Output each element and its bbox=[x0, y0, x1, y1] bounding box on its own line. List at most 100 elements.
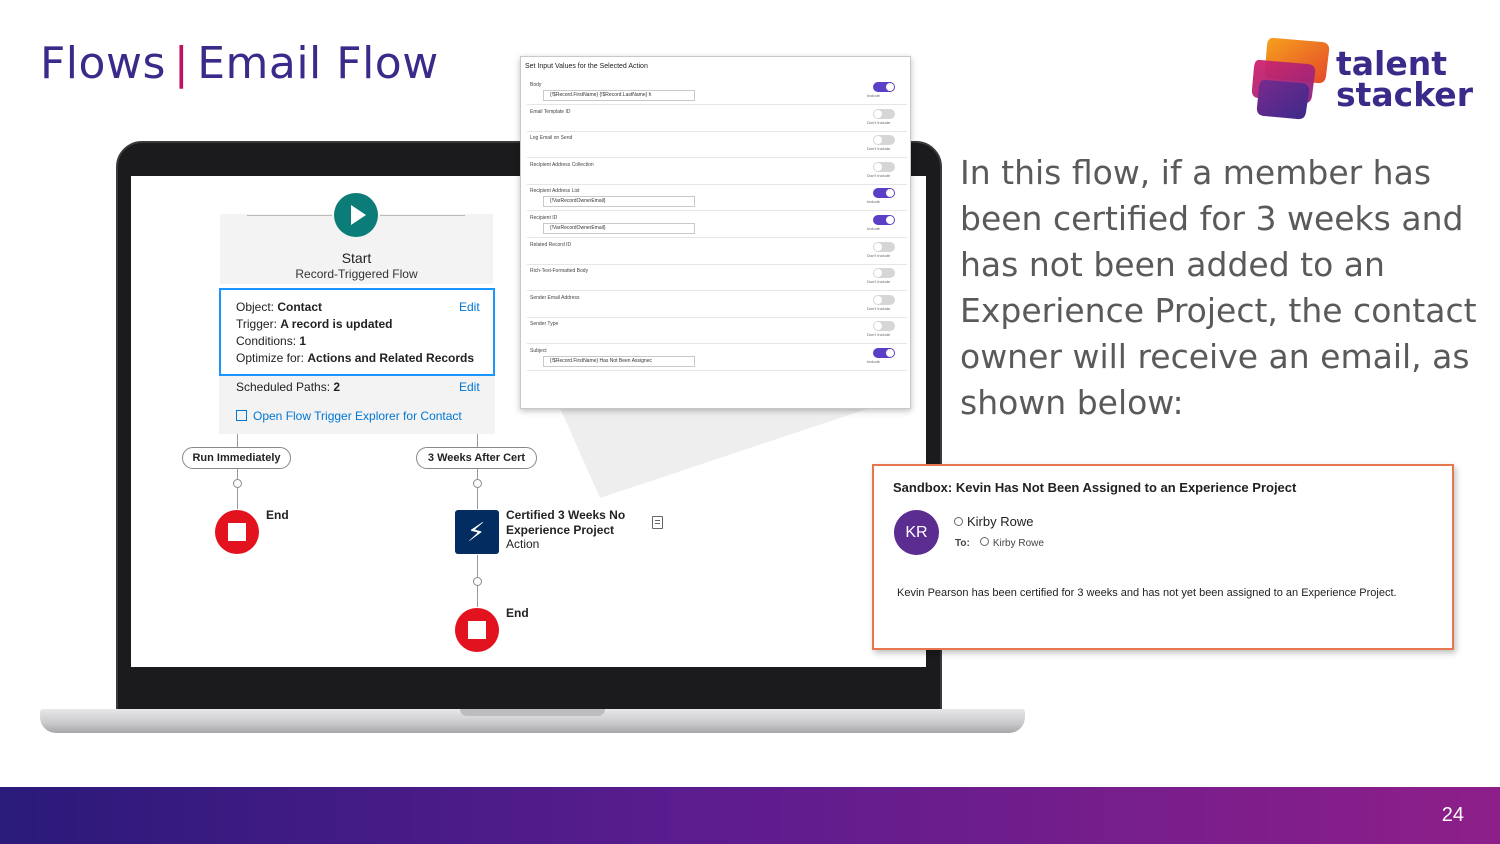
recipient-line: To: Kirby Rowe bbox=[955, 537, 1044, 549]
param-label: Email Template ID bbox=[530, 108, 571, 115]
start-title: Start bbox=[341, 250, 372, 266]
add-element-node[interactable] bbox=[473, 577, 482, 586]
connector-line bbox=[380, 215, 465, 216]
presence-icon bbox=[954, 517, 963, 526]
footer-bar: 24 bbox=[0, 787, 1500, 844]
recipient-name[interactable]: Kirby Rowe bbox=[993, 538, 1044, 549]
param-row: Sender Type Don't Include bbox=[527, 317, 907, 345]
toggle-label: Don't Include bbox=[867, 332, 891, 338]
param-label: Recipient Address Collection bbox=[530, 161, 594, 168]
include-toggle[interactable] bbox=[873, 135, 895, 146]
presence-icon bbox=[979, 537, 989, 546]
sender-label: Kirby Rowe bbox=[967, 514, 1034, 529]
toggle-label: Don't Include bbox=[867, 305, 891, 311]
param-value-field[interactable]: {!VarRecordOwnerEmail} bbox=[543, 196, 695, 208]
param-label: Log Email on Send bbox=[530, 135, 573, 142]
scheduled-value: 2 bbox=[333, 380, 341, 394]
param-label: Rich-Text-Formatted Body bbox=[530, 268, 589, 275]
object-value: Contact bbox=[277, 300, 323, 314]
toggle-label: Include bbox=[867, 93, 880, 98]
conditions-label: Conditions: bbox=[236, 334, 297, 348]
description-text: In this flow, if a member has been certi… bbox=[960, 153, 1477, 422]
title-email-flow: Email Flow bbox=[197, 38, 439, 89]
logo-text: talent stacker bbox=[1336, 47, 1473, 111]
param-row: Sender Email Address Don't Include bbox=[527, 291, 907, 318]
toggle-label: Don't Include bbox=[867, 252, 891, 258]
param-row: Rich-Text-Formatted Body Don't Include bbox=[527, 264, 907, 292]
param-row: Subject {!$Record.FirstName} Has Not Been… bbox=[527, 344, 907, 371]
description-note-icon[interactable] bbox=[652, 516, 663, 529]
connector-line bbox=[237, 434, 238, 448]
connector-line bbox=[477, 434, 478, 448]
object-row: Object: Contact bbox=[236, 300, 322, 314]
param-row: Email Template ID Don't Include bbox=[527, 105, 907, 132]
title-separator: | bbox=[173, 38, 190, 89]
to-label: To: bbox=[955, 538, 970, 549]
email-subject: Sandbox: Kevin Has Not Been Assigned to … bbox=[893, 480, 1297, 495]
include-toggle[interactable] bbox=[873, 348, 895, 358]
external-link-icon bbox=[236, 410, 247, 421]
conditions-row: Conditions: 1 bbox=[236, 334, 306, 348]
edit-trigger-link[interactable]: Edit bbox=[459, 300, 480, 314]
path-run-immediately[interactable]: Run Immediately bbox=[182, 447, 291, 469]
add-element-node[interactable] bbox=[473, 479, 482, 488]
param-row: Related Record ID Don't Include bbox=[527, 238, 907, 265]
toggle-label: Include bbox=[867, 226, 880, 231]
connector-line bbox=[237, 469, 238, 509]
logo-mark-icon bbox=[1252, 37, 1330, 120]
action-type: Action bbox=[506, 537, 540, 551]
lightning-bolt-icon: ⚡ bbox=[467, 517, 486, 547]
title-flows: Flows bbox=[40, 38, 166, 89]
include-toggle[interactable] bbox=[873, 161, 895, 172]
toggle-label: Don't Include bbox=[867, 119, 891, 125]
stop-icon bbox=[228, 523, 246, 541]
include-toggle[interactable] bbox=[873, 188, 895, 199]
include-toggle[interactable] bbox=[873, 268, 895, 279]
include-toggle[interactable] bbox=[873, 215, 895, 225]
param-value-field[interactable]: {!$Record.FirstName} Has Not Been Assign… bbox=[543, 356, 695, 367]
object-label: Object: bbox=[236, 300, 275, 314]
param-row: Body {!$Record.FirstName} {!$Record.LastN… bbox=[527, 78, 907, 105]
param-label: Recipient ID bbox=[530, 215, 558, 221]
include-toggle[interactable] bbox=[873, 82, 895, 92]
optimize-row: Optimize for: Actions and Related Record… bbox=[236, 351, 474, 365]
start-subtitle: Record-Triggered Flow bbox=[295, 267, 418, 281]
toggle-label: Don't Include bbox=[867, 172, 891, 178]
input-values-panel: Set Input Values for the Selected Action… bbox=[520, 56, 911, 409]
end-label: End bbox=[266, 508, 289, 522]
sender-name[interactable]: Kirby Rowe bbox=[954, 514, 1033, 529]
include-toggle[interactable] bbox=[873, 241, 895, 252]
trigger-value: A record is updated bbox=[280, 317, 393, 331]
param-row: Recipient ID {!VarRecordOwnerEmail} Includ… bbox=[527, 211, 907, 238]
param-value-field[interactable]: {!VarRecordOwnerEmail} bbox=[543, 223, 695, 234]
toggle-label: Don't Include bbox=[867, 146, 891, 152]
param-label: Sender Type bbox=[530, 321, 559, 328]
end-label: End bbox=[506, 606, 529, 620]
stop-icon bbox=[468, 621, 486, 639]
optimize-value: Actions and Related Records bbox=[307, 351, 475, 365]
talent-stacker-logo: talent stacker bbox=[1252, 36, 1473, 122]
open-trigger-explorer-link[interactable]: Open Flow Trigger Explorer for Contact bbox=[236, 409, 462, 423]
include-toggle[interactable] bbox=[873, 108, 895, 119]
scheduled-label: Scheduled Paths: bbox=[236, 380, 331, 394]
slide-title: Flows | Email Flow bbox=[40, 38, 439, 89]
add-element-node[interactable] bbox=[233, 479, 242, 488]
panel-title: Set Input Values for the Selected Action bbox=[525, 63, 648, 70]
param-value-field[interactable]: {!$Record.FirstName} {!$Record.LastName}… bbox=[543, 90, 695, 101]
toggle-label: Include bbox=[867, 359, 880, 364]
param-row: Log Email on Send Don't Include bbox=[527, 131, 907, 159]
include-toggle[interactable] bbox=[873, 294, 895, 305]
param-label: Related Record ID bbox=[530, 241, 572, 248]
param-label: Recipient Address List bbox=[530, 188, 580, 195]
param-row: Recipient Address List {!VarRecordOwnerEm… bbox=[527, 184, 907, 212]
include-toggle[interactable] bbox=[873, 321, 895, 332]
param-label: Body bbox=[530, 82, 542, 88]
open-explorer-label: Open Flow Trigger Explorer for Contact bbox=[253, 409, 462, 423]
play-triangle-icon bbox=[351, 205, 366, 225]
conditions-value: 1 bbox=[299, 334, 307, 348]
param-label: Subject bbox=[530, 348, 547, 354]
sender-avatar: KR bbox=[894, 510, 939, 555]
scheduled-row: Scheduled Paths: 2 bbox=[236, 380, 340, 394]
path-3-weeks-after-cert[interactable]: 3 Weeks After Cert bbox=[416, 447, 537, 469]
edit-scheduled-link[interactable]: Edit bbox=[459, 380, 480, 394]
